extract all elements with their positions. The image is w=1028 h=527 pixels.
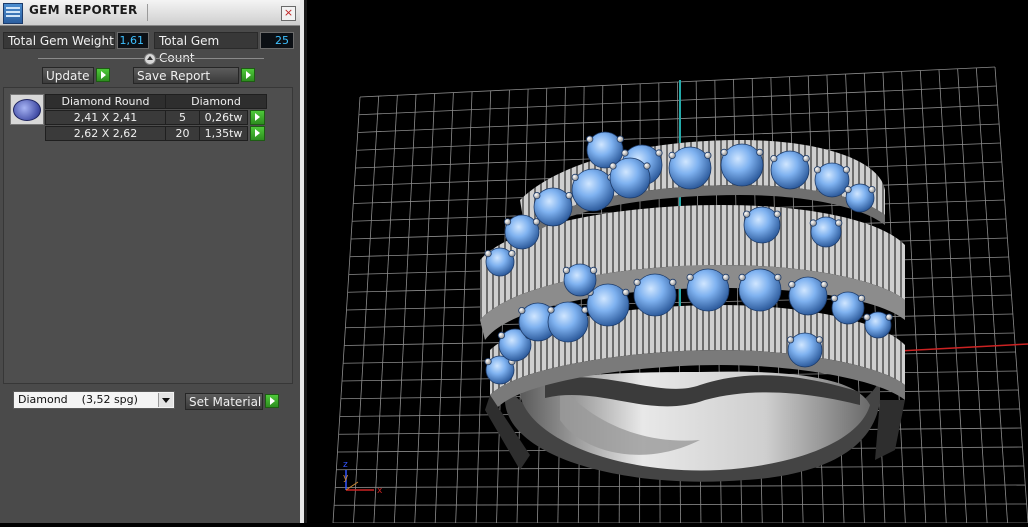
prong: [720, 148, 728, 156]
prong: [609, 162, 617, 170]
table-header-shape: Diamond Round: [45, 94, 166, 109]
row-select-go-icon[interactable]: [250, 126, 265, 141]
material-dropdown[interactable]: Diamond (3,52 spg): [13, 391, 175, 409]
save-report-button[interactable]: Save Report: [133, 67, 239, 84]
collapse-toggle-icon[interactable]: [144, 53, 156, 65]
prong: [863, 313, 871, 321]
round-gem-icon: [13, 99, 41, 121]
prong: [820, 280, 828, 289]
prong: [830, 294, 839, 302]
prong: [857, 294, 866, 302]
prong: [622, 288, 630, 296]
prong: [616, 135, 624, 143]
prong: [533, 192, 541, 200]
prong: [547, 306, 555, 314]
prong: [497, 331, 505, 339]
prong: [503, 218, 512, 226]
close-icon[interactable]: ×: [281, 6, 296, 21]
prong: [868, 186, 876, 194]
prong: [655, 149, 663, 157]
prong: [589, 266, 598, 274]
prong: [743, 210, 751, 218]
prong: [770, 155, 778, 163]
material-dropdown-value: Diamond (3,52 spg): [18, 392, 138, 408]
prong: [643, 162, 651, 170]
prong: [484, 250, 492, 258]
gem-stone: [720, 143, 764, 187]
table-cell-weight: 1,35tw: [199, 126, 248, 141]
title-bar[interactable]: GEM REPORTER ×: [0, 0, 300, 26]
set-material-go-icon[interactable]: [265, 394, 279, 408]
table-cell-count: 5: [165, 110, 200, 125]
prong: [815, 336, 824, 344]
prong: [788, 280, 796, 289]
gem-stone: [633, 273, 677, 317]
row-select-go-icon[interactable]: [250, 110, 265, 125]
prong: [842, 166, 851, 174]
prong: [484, 357, 492, 366]
chevron-down-icon[interactable]: [158, 393, 173, 407]
table-cell-weight: 0,26tw: [199, 110, 248, 125]
gem-thumbnail[interactable]: [10, 94, 44, 125]
3d-viewport[interactable]: z y x: [307, 0, 1028, 524]
gem-stone: [586, 283, 630, 327]
update-button[interactable]: Update: [42, 67, 94, 84]
prong: [668, 151, 676, 159]
prong: [508, 250, 516, 258]
gizmo-x-label: x: [377, 486, 383, 496]
prong: [813, 166, 822, 174]
window-title: GEM REPORTER: [29, 3, 138, 17]
gem-stone: [609, 157, 651, 199]
gem-stone: [547, 301, 589, 343]
prong: [802, 155, 810, 163]
prong: [633, 278, 641, 286]
prong: [809, 219, 817, 227]
viewport-scene: z y x: [332, 66, 1028, 524]
table-cell-count: 20: [165, 126, 200, 141]
gizmo-y-label: y: [343, 473, 349, 483]
prong: [571, 173, 579, 181]
prong: [786, 336, 795, 344]
table-cell-size: 2,41 X 2,41: [45, 110, 166, 125]
prong: [518, 306, 526, 315]
prong: [565, 192, 573, 200]
gizmo-z-label: z: [343, 460, 348, 470]
prong: [704, 151, 712, 159]
prong: [835, 219, 843, 227]
total-gem-count-label: Total Gem Count: [154, 32, 258, 65]
gem-stone: [668, 146, 712, 190]
material-name: Diamond: [18, 393, 68, 406]
prong: [686, 273, 694, 281]
update-go-icon[interactable]: [96, 68, 110, 82]
prong: [722, 273, 730, 281]
total-gem-count-value: 25: [260, 32, 294, 49]
material-density: (3,52 spg): [81, 393, 138, 406]
set-material-button[interactable]: Set Material: [185, 393, 263, 410]
gem-stone: [738, 268, 782, 312]
prong: [738, 273, 746, 281]
gem-reporter-panel: GEM REPORTER × Total Gem Weight 1,61 Tot…: [0, 0, 303, 523]
prong: [774, 273, 782, 281]
prong: [669, 278, 677, 286]
prong: [756, 148, 764, 156]
prong: [586, 135, 594, 143]
prong: [621, 149, 629, 157]
gem-stone: [571, 168, 615, 212]
prong: [885, 313, 893, 321]
prong: [844, 186, 852, 194]
gem-stone: [686, 268, 730, 312]
title-separator: [147, 4, 148, 21]
prong: [562, 266, 571, 274]
prong: [773, 210, 781, 218]
gem-reporter-app-icon: [3, 3, 23, 24]
total-gem-weight-value: 1,61: [117, 32, 149, 49]
table-header-material: Diamond: [165, 94, 267, 109]
table-cell-size: 2,62 X 2,62: [45, 126, 166, 141]
total-gem-weight-label: Total Gem Weight: [3, 32, 115, 49]
save-report-go-icon[interactable]: [241, 68, 255, 82]
